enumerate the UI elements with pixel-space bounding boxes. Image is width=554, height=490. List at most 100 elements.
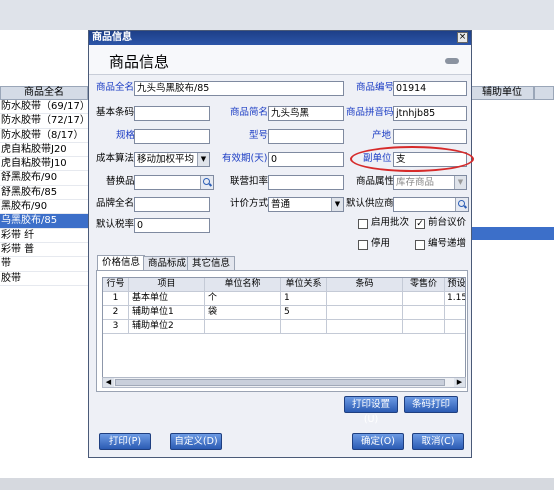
list-item[interactable]: 舒黑胶布/90 bbox=[0, 171, 88, 186]
short-name-input[interactable]: 九头鸟黑 bbox=[268, 106, 344, 121]
attribute-value: 库存商品 bbox=[396, 177, 435, 188]
scrollbar-thumb[interactable] bbox=[115, 379, 445, 386]
grid-cell-preset[interactable] bbox=[445, 320, 465, 334]
grid-cell-ratio[interactable]: 5 bbox=[281, 306, 327, 320]
pricing-method-select[interactable]: 普通 ▼ bbox=[268, 197, 344, 212]
list-item[interactable]: 防水胶带（69/17） bbox=[0, 100, 88, 115]
list-item[interactable]: 舒黑胶布/85 bbox=[0, 186, 88, 201]
label-validity: 有效期(天) bbox=[222, 153, 268, 164]
barcode-input[interactable] bbox=[134, 106, 210, 121]
grid-cell-preset[interactable] bbox=[445, 306, 465, 320]
chevron-down-icon[interactable]: ▼ bbox=[197, 153, 209, 166]
collapse-icon[interactable] bbox=[445, 58, 459, 64]
full-name-input[interactable]: 九头鸟黑胶布/85 bbox=[134, 81, 344, 96]
linked-discount-input[interactable] bbox=[268, 175, 344, 190]
grid-cell-preset[interactable]: 1.15 bbox=[445, 292, 465, 306]
grid-cell-barcode[interactable] bbox=[327, 306, 403, 320]
label-brand: 品牌全名 bbox=[96, 198, 135, 209]
column-header-aux-unit[interactable]: 辅助单位 bbox=[470, 86, 534, 100]
grid-cell-no[interactable]: 1 bbox=[103, 292, 129, 306]
close-icon[interactable]: × bbox=[457, 32, 468, 43]
red-highlight-ellipse bbox=[350, 146, 474, 172]
search-icon[interactable] bbox=[455, 198, 468, 211]
grid-cell-unit[interactable]: 袋 bbox=[205, 306, 281, 320]
code-increment-checkbox[interactable] bbox=[415, 240, 425, 250]
search-icon[interactable] bbox=[200, 176, 213, 189]
list-item[interactable]: 彩带 纤 bbox=[0, 229, 88, 243]
label-code-increment: 编号递增 bbox=[428, 238, 467, 249]
list-item[interactable]: 虎自粘胶带J20 bbox=[0, 143, 88, 158]
model-input[interactable] bbox=[268, 129, 344, 144]
print-settings-button[interactable]: 打印设置(U) bbox=[344, 396, 398, 425]
grid-cell-unit[interactable] bbox=[205, 320, 281, 334]
grid-cell-no[interactable]: 3 bbox=[103, 320, 129, 334]
list-item[interactable]: 虎自粘胶带J10 bbox=[0, 157, 88, 172]
grid-header-item[interactable]: 项目 bbox=[129, 278, 205, 292]
grid-cell-unit[interactable]: 个 bbox=[205, 292, 281, 306]
grid-header-retail[interactable]: 零售价 bbox=[403, 278, 445, 292]
grid-horizontal-scrollbar[interactable]: ◀ ▶ bbox=[102, 377, 466, 388]
label-default-tax: 默认税率 bbox=[96, 219, 135, 230]
substitute-input[interactable] bbox=[134, 175, 214, 190]
grid-cell-retail[interactable] bbox=[403, 306, 445, 320]
list-item[interactable]: 黑胶布/90 bbox=[0, 200, 88, 215]
scroll-right-icon[interactable]: ▶ bbox=[454, 378, 465, 387]
list-item[interactable]: 防水胶带（72/17） bbox=[0, 114, 88, 129]
attribute-select[interactable]: 库存商品 ▼ bbox=[393, 175, 467, 190]
grid-cell-ratio[interactable] bbox=[281, 320, 327, 334]
default-supplier-input[interactable] bbox=[393, 197, 469, 212]
label-short-name: 商品简名 bbox=[230, 107, 269, 118]
disabled-checkbox[interactable] bbox=[358, 240, 368, 250]
grid-header-barcode[interactable]: 条码 bbox=[327, 278, 403, 292]
grid-header-unit[interactable]: 单位名称 bbox=[205, 278, 281, 292]
tab-price-info[interactable]: 价格信息 bbox=[97, 255, 146, 271]
scroll-left-icon[interactable]: ◀ bbox=[103, 378, 114, 387]
grid-cell-item[interactable]: 辅助单位1 bbox=[129, 306, 205, 320]
brand-input[interactable] bbox=[134, 197, 210, 212]
grid-header-no[interactable]: 行号 bbox=[103, 278, 129, 292]
chevron-down-icon[interactable]: ▼ bbox=[331, 198, 343, 211]
default-tax-input[interactable]: 0 bbox=[134, 218, 210, 233]
grid-cell-barcode[interactable] bbox=[327, 320, 403, 334]
origin-input[interactable] bbox=[393, 129, 467, 144]
grid-cell-barcode[interactable] bbox=[327, 292, 403, 306]
column-header-full-name[interactable]: 商品全名 bbox=[0, 86, 88, 100]
dialog-title: 商品信息 bbox=[92, 32, 132, 43]
customize-button[interactable]: 自定义(D) bbox=[170, 433, 222, 450]
label-pinyin: 商品拼音码 bbox=[346, 107, 394, 118]
grid-header-preset[interactable]: 预设 bbox=[445, 278, 465, 292]
list-item[interactable]: 胶带 bbox=[0, 272, 88, 286]
front-price-checkbox[interactable]: ✓ bbox=[415, 219, 425, 229]
label-code: 商品编号 bbox=[356, 82, 395, 93]
tab-product-std[interactable]: 商品标成 bbox=[143, 256, 192, 271]
validity-input[interactable]: 0 bbox=[268, 152, 344, 167]
label-origin: 产地 bbox=[372, 130, 392, 141]
barcode-print-button[interactable]: 条码打印 bbox=[404, 396, 458, 413]
spec-input[interactable] bbox=[134, 129, 210, 144]
grid-cell-ratio[interactable]: 1 bbox=[281, 292, 327, 306]
print-button[interactable]: 打印(P) bbox=[99, 433, 151, 450]
grid-header-ratio[interactable]: 单位关系 bbox=[281, 278, 327, 292]
pricing-method-value: 普通 bbox=[271, 199, 291, 210]
list-item[interactable]: 乌黑胶布/85 bbox=[0, 214, 88, 229]
label-spec: 规格 bbox=[116, 130, 136, 141]
ok-button[interactable]: 确定(O) bbox=[352, 433, 404, 450]
tab-other-info[interactable]: 其它信息 bbox=[187, 256, 236, 271]
grid-cell-retail[interactable] bbox=[403, 292, 445, 306]
grid-cell-retail[interactable] bbox=[403, 320, 445, 334]
cost-method-select[interactable]: 移动加权平均 ▼ bbox=[134, 152, 210, 167]
list-item[interactable]: 带 bbox=[0, 257, 88, 272]
column-header-extra[interactable] bbox=[534, 86, 554, 100]
batch-checkbox[interactable] bbox=[358, 219, 368, 229]
selected-row-right-part[interactable] bbox=[470, 227, 554, 240]
pinyin-input[interactable]: jtnhjb85 bbox=[393, 106, 467, 121]
code-input[interactable]: 01914 bbox=[393, 81, 467, 96]
grid-cell-item[interactable]: 辅助单位2 bbox=[129, 320, 205, 334]
chevron-down-icon[interactable]: ▼ bbox=[454, 176, 466, 189]
list-item[interactable]: 防水胶带（8/17） bbox=[0, 129, 88, 143]
grid-cell-no[interactable]: 2 bbox=[103, 306, 129, 320]
label-front-price: 前台议价 bbox=[428, 217, 467, 228]
list-item[interactable]: 彩带 普 bbox=[0, 243, 88, 258]
cancel-button[interactable]: 取消(C) bbox=[412, 433, 464, 450]
grid-cell-item[interactable]: 基本单位 bbox=[129, 292, 205, 306]
